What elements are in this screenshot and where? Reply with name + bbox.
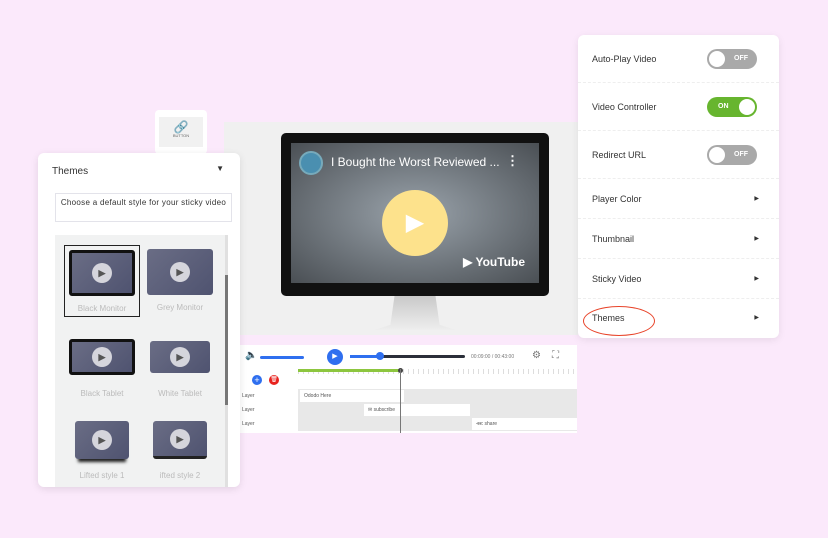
volume-icon[interactable]: 🔈 [245, 350, 257, 361]
layer-row[interactable]: Layer ⋘ share [240, 417, 577, 431]
timeline-panel: 🔈 ▶ 00:09:00 / 00:43:00 ⚙ ⛶ + 🗑 Layer Odo… [240, 345, 577, 433]
video-controller-toggle[interactable]: ON [707, 97, 757, 117]
theme-white-tablet[interactable]: ▶ White Tablet [142, 341, 218, 398]
chevron-right-icon: ▶ [754, 315, 759, 321]
layer-row[interactable]: Layer ✉ subscribe [240, 403, 577, 417]
playhead-line [400, 369, 401, 433]
setting-sticky-video[interactable]: Sticky Video ▶ [578, 259, 779, 299]
chevron-right-icon: ▶ [754, 276, 759, 282]
theme-black-tablet[interactable]: ▶ Black Tablet [64, 339, 140, 398]
theme-lifted-style-1[interactable]: ▶ Lifted style 1 [64, 421, 140, 480]
scrollbar[interactable] [225, 235, 228, 487]
youtube-logo: ▶ YouTube [463, 255, 525, 269]
themes-description: Choose a default style for your sticky v… [55, 193, 232, 222]
caret-down-icon[interactable]: ▼ [216, 164, 224, 173]
highlight-circle [583, 306, 655, 336]
theme-lifted-style-2[interactable]: ▶ ifted style 2 [142, 421, 218, 480]
fullscreen-icon[interactable]: ⛶ [552, 350, 559, 361]
add-layer-button[interactable]: + [252, 375, 262, 385]
themes-grid: ▶ Black Monitor ▶ Grey Monitor ▶ Black Tabl… [55, 235, 227, 487]
time-readout: 00:09:00 / 00:43:00 [471, 354, 515, 360]
chevron-right-icon: ▶ [754, 196, 759, 202]
clip-text[interactable]: Ododo Here [300, 390, 404, 402]
themes-title: Themes [52, 166, 89, 177]
play-pause-button[interactable]: ▶ [327, 349, 343, 365]
setting-auto-play: Auto-Play Video OFF [578, 35, 779, 83]
auto-play-toggle[interactable]: OFF [707, 49, 757, 69]
monitor-frame: I Bought the Worst Reviewed ... ⋮ ▶ ▶ Yo… [281, 133, 549, 296]
setting-thumbnail[interactable]: Thumbnail ▶ [578, 219, 779, 259]
player-controls: 🔈 ▶ 00:09:00 / 00:43:00 ⚙ ⛶ [240, 345, 577, 369]
layer-row[interactable]: Layer Ododo Here [240, 389, 577, 403]
setting-redirect-url: Redirect URL OFF [578, 131, 779, 179]
channel-avatar [299, 151, 323, 175]
time-ruler[interactable] [298, 368, 577, 391]
video-preview: I Bought the Worst Reviewed ... ⋮ ▶ ▶ Yo… [224, 122, 578, 335]
video-player[interactable]: I Bought the Worst Reviewed ... ⋮ ▶ ▶ Yo… [291, 143, 539, 283]
video-title: I Bought the Worst Reviewed ... [331, 155, 500, 169]
redirect-url-toggle[interactable]: OFF [707, 145, 757, 165]
theme-black-monitor[interactable]: ▶ Black Monitor [64, 245, 140, 317]
settings-icon[interactable]: ⚙ [532, 350, 541, 361]
volume-slider[interactable] [260, 356, 304, 359]
progress-range [298, 369, 400, 372]
more-icon[interactable]: ⋮ [506, 153, 519, 169]
play-button[interactable]: ▶ [382, 190, 448, 256]
settings-panel: Auto-Play Video OFF Video Controller ON Re… [578, 35, 779, 338]
link-icon: 🔗 [173, 120, 189, 134]
themes-panel: Themes ▼ Choose a default style for your… [38, 153, 240, 487]
theme-grey-monitor[interactable]: ▶ Grey Monitor [142, 249, 218, 312]
setting-video-controller: Video Controller ON [578, 83, 779, 131]
setting-player-color[interactable]: Player Color ▶ [578, 179, 779, 219]
clip-share[interactable]: ⋘ share [472, 418, 577, 430]
delete-layer-button[interactable]: 🗑 [269, 375, 279, 385]
button-tool[interactable]: 🔗 BUTTON [155, 110, 207, 154]
chevron-right-icon: ▶ [754, 236, 759, 242]
monitor-stand [374, 296, 456, 330]
seek-bar[interactable] [350, 352, 465, 360]
clip-subscribe[interactable]: ✉ subscribe [364, 404, 470, 416]
